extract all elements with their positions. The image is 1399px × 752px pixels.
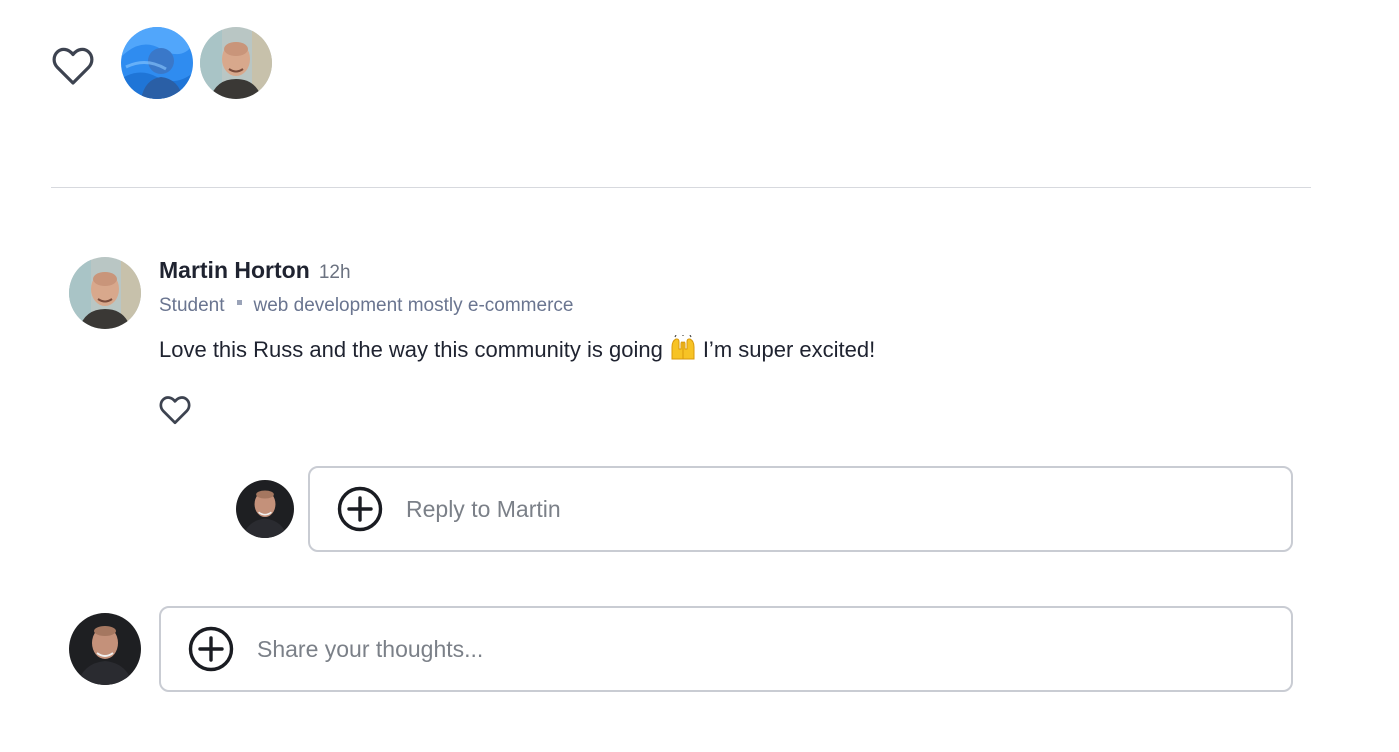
comment-header: Martin Horton 12h	[159, 257, 351, 284]
author-role: Student	[159, 295, 225, 316]
avatar-image	[236, 480, 294, 538]
comment-text-part-1: Love this Russ and the way this communit…	[159, 337, 663, 362]
current-user-avatar	[69, 613, 141, 685]
reply-attach-button[interactable]	[336, 485, 384, 533]
post-like-button[interactable]	[50, 45, 96, 87]
avatar-image	[121, 27, 193, 99]
comment-author-meta: Student web development mostly e-commerce	[159, 295, 573, 317]
comment-input[interactable]	[255, 628, 1291, 670]
meta-separator	[236, 300, 242, 306]
liker-avatar-2[interactable]	[200, 27, 272, 99]
comment-text: Love this Russ and the way this communit…	[159, 334, 876, 367]
avatar-image	[200, 27, 272, 99]
comment-author-name[interactable]: Martin Horton	[159, 257, 310, 283]
comment-text-part-2: I’m super excited!	[702, 337, 876, 362]
reply-composer	[308, 466, 1293, 552]
heart-outline-icon	[159, 396, 191, 425]
comment-like-button[interactable]	[157, 394, 193, 426]
comment-composer	[159, 606, 1293, 692]
reply-input[interactable]	[404, 488, 1291, 530]
avatar-image	[69, 613, 141, 685]
comments-section: Martin Horton 12h Student web development…	[0, 0, 1399, 752]
author-bio: web development mostly e-commerce	[253, 295, 574, 316]
avatar-image	[69, 257, 141, 329]
plus-circle-icon	[337, 486, 383, 532]
comment-author-avatar[interactable]	[69, 257, 141, 329]
liker-avatar-1[interactable]	[121, 27, 193, 99]
comment-timestamp: 12h	[318, 262, 351, 283]
section-divider	[51, 187, 1311, 188]
current-user-avatar-small	[236, 480, 294, 538]
heart-outline-icon	[52, 47, 94, 85]
comment-attach-button[interactable]	[187, 625, 235, 673]
raising-hands-emoji: 🙌	[669, 334, 697, 367]
plus-circle-icon	[188, 626, 234, 672]
